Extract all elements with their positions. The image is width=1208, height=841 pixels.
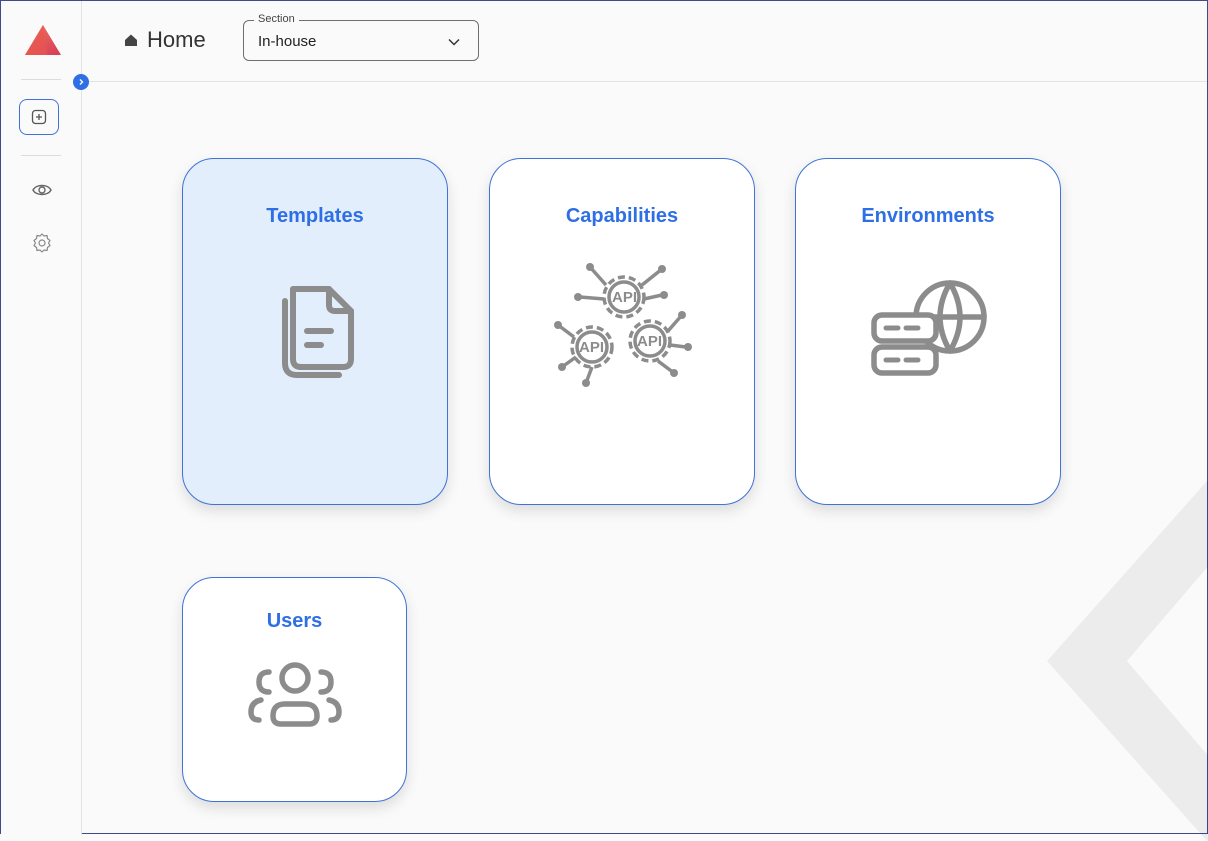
add-icon <box>31 109 47 125</box>
section-select[interactable]: Section In-house <box>243 13 479 61</box>
home-icon <box>125 34 137 46</box>
card-title: Capabilities <box>565 205 679 227</box>
svg-text:API: API <box>612 289 637 306</box>
settings-icon[interactable] <box>31 232 53 254</box>
sidebar-toggle-button[interactable] <box>73 74 89 90</box>
card-title: Templates <box>266 205 364 227</box>
chevron-down-icon <box>448 38 460 46</box>
api-gears-icon: API API API <box>554 263 692 387</box>
svg-text:API: API <box>579 339 604 356</box>
card-users[interactable]: Users <box>182 577 407 802</box>
card-title: Users <box>266 610 323 632</box>
top-bar: Home Section In-house <box>81 1 1207 82</box>
card-templates[interactable]: Templates <box>182 158 448 505</box>
home-link[interactable]: Home <box>123 27 206 53</box>
background-watermark <box>1047 481 1208 841</box>
card-title: Environments <box>861 205 995 227</box>
svg-text:API: API <box>637 333 662 350</box>
card-environments[interactable]: Environments <box>795 158 1061 505</box>
app-logo[interactable] <box>23 23 63 57</box>
sidebar-divider <box>21 79 61 80</box>
add-button[interactable] <box>19 99 59 135</box>
home-label: Home <box>147 27 206 52</box>
sidebar <box>1 1 82 835</box>
sidebar-divider <box>21 155 61 156</box>
section-value: In-house <box>258 33 317 50</box>
section-legend: Section <box>254 13 299 25</box>
users-icon <box>248 662 342 727</box>
eye-icon[interactable] <box>31 179 53 201</box>
server-globe-icon <box>871 280 987 376</box>
card-capabilities[interactable]: Capabilities API API API <box>489 158 755 505</box>
documents-icon <box>282 286 354 378</box>
chevron-right-icon <box>79 79 84 85</box>
